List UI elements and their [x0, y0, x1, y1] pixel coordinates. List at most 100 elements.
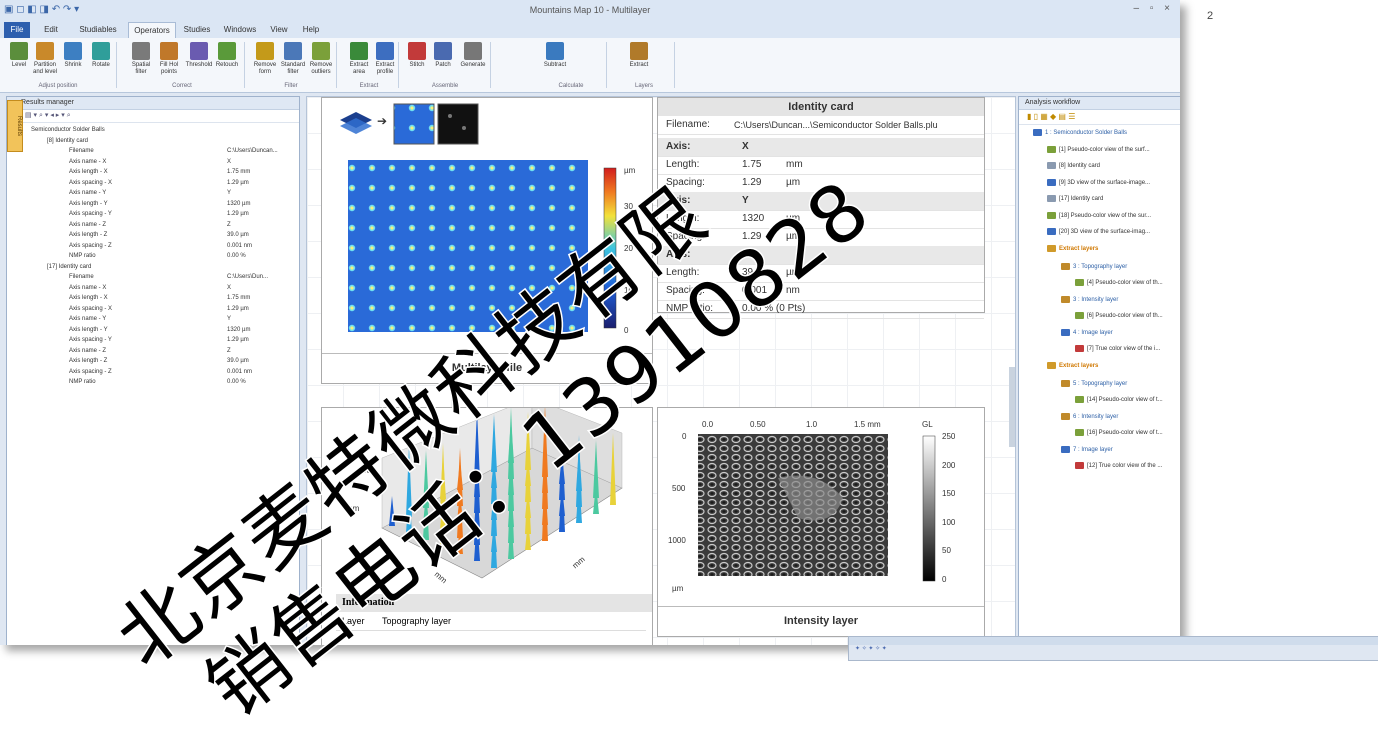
ribbon-button-label: Remove outliers [309, 62, 333, 75]
tree-property-row[interactable]: Axis name - YY [7, 314, 299, 325]
workflow-item[interactable]: [1] Pseudo-color view of the surf... [1047, 145, 1150, 153]
ribbon-button-shrink[interactable]: Shrink [58, 42, 88, 69]
workflow-item[interactable]: 5 : Topography layer [1061, 379, 1127, 387]
workflow-item[interactable]: 4 : Image layer [1061, 328, 1113, 336]
tree-property-row[interactable]: Axis spacing - Y 1.29 µm [7, 209, 299, 220]
tree-property-row[interactable]: Axis spacing - Z 0.001 nm [7, 241, 299, 252]
quick-access-icons[interactable]: ▣ ◻ ◧ ◨ ↶ ↷ ▾ [4, 4, 79, 15]
ribbon-group-separator [336, 42, 337, 88]
tab-file[interactable]: File [4, 22, 30, 38]
tree-property-row[interactable]: Axis length - Y 1320 µm [7, 199, 299, 210]
ribbon-button-rotate[interactable]: Rotate [86, 42, 116, 69]
workflow-item[interactable]: [12] True color view of the ... [1075, 462, 1162, 469]
x-tick: 1.0 [806, 420, 818, 429]
workflow-item[interactable]: Extract layers [1047, 361, 1098, 369]
workflow-item-icon [1047, 228, 1056, 235]
tab-windows[interactable]: Windows [220, 22, 260, 38]
ribbon-button-remove-outliers[interactable]: Remove outliers [306, 42, 336, 76]
tab-edit[interactable]: Edit [34, 22, 68, 38]
ribbon-button-subtract[interactable]: Subtract [540, 42, 570, 69]
ribbon: Level Partition and level Shrink Rotate Spat… [0, 38, 1180, 93]
tab-view[interactable]: View [264, 22, 294, 38]
tree-property-row[interactable]: NMP ratio 0.00 % [7, 377, 299, 388]
ribbon-group-label: Layers [634, 83, 653, 89]
tree-property-row[interactable]: Filename C:\Users\Duncan... [7, 146, 299, 157]
ribbon-button-label: Retouch [215, 62, 239, 68]
intensity-caption: Intensity layer [658, 606, 984, 636]
tab-studiables[interactable]: Studiables [72, 22, 124, 38]
tree-card-node[interactable]: [17] Identity card [7, 262, 299, 273]
ribbon-button-retouch[interactable]: Retouch [212, 42, 242, 69]
ribbon-icon [312, 42, 330, 60]
gray-scale-tick: 0 [942, 574, 947, 584]
ribbon-button-fill-hol-points[interactable]: Fill Hol points [154, 42, 184, 76]
ribbon-button-remove-form[interactable]: Remove form [250, 42, 280, 76]
intensity-graphic [698, 434, 936, 582]
ribbon-button-generate[interactable]: Generate [458, 42, 488, 69]
intensity-frame[interactable]: 0.0 0.50 1.0 1.5 mm 0 500 1000 µm GL 250… [657, 407, 985, 637]
ribbon-button-label: Rotate [92, 62, 110, 68]
tree-property-row[interactable]: Axis spacing - Y 1.29 µm [7, 335, 299, 346]
tree-property-row[interactable]: Axis name - ZZ [7, 220, 299, 231]
results-toolbar[interactable]: ▤ ▾ ⌕ ▾ ◂ ▸ ▾ ⌕ [7, 110, 299, 123]
workflow-item[interactable]: [7] True color view of the i... [1075, 345, 1160, 352]
tree-property-row[interactable]: NMP ratio 0.00 % [7, 251, 299, 262]
tree-property-row[interactable]: Axis spacing - Z 0.001 nm [7, 367, 299, 378]
ribbon-button-threshold[interactable]: Threshold [184, 42, 214, 69]
workflow-toolbar[interactable]: ▮ ▯ ▦ ◆ ▤ ☰ [1019, 110, 1180, 125]
tree-card-node[interactable]: [8] Identity card [7, 136, 299, 147]
window-controls[interactable]: – ▫ × [1133, 3, 1174, 14]
ribbon-group-separator [606, 42, 607, 88]
workflow-item[interactable]: 3 : Intensity layer [1061, 295, 1118, 303]
workflow-item[interactable]: [20] 3D view of the surface-imag... [1047, 228, 1150, 235]
ribbon-group-label: Extract [359, 83, 379, 89]
tab-operators[interactable]: Operators [128, 22, 176, 39]
ribbon-group-label: Assemble [431, 83, 459, 89]
workflow-item[interactable]: [17] Identity card [1047, 195, 1103, 202]
ribbon-button-partition-and-level[interactable]: Partition and level [30, 42, 60, 76]
results-side-tab[interactable]: Results [7, 100, 23, 152]
ribbon-group-separator [398, 42, 399, 88]
ribbon-button-spatial-filter[interactable]: Spatial filter [126, 42, 156, 76]
tree-property-row[interactable]: Axis spacing - X 1.29 µm [7, 178, 299, 189]
tree-property-row[interactable]: Filename C:\Users\Dun... [7, 272, 299, 283]
tree-property-row[interactable]: Axis length - Z 39.0 µm [7, 356, 299, 367]
workflow-item[interactable]: 7 : Image layer [1061, 445, 1113, 453]
tab-help[interactable]: Help [298, 22, 324, 38]
ribbon-icon [160, 42, 178, 60]
tree-property-row[interactable]: Axis length - X 1.75 mm [7, 293, 299, 304]
workflow-item[interactable]: [18] Pseudo-color view of the sur... [1047, 211, 1151, 219]
tree-property-row[interactable]: Axis name - XX [7, 157, 299, 168]
workflow-item[interactable]: [4] Pseudo-color view of th... [1075, 279, 1163, 286]
workflow-item[interactable]: [8] Identity card [1047, 162, 1100, 169]
tree-property-row[interactable]: Axis spacing - X 1.29 µm [7, 304, 299, 315]
ribbon-icon [630, 42, 648, 60]
tree-property-row[interactable]: Axis name - XX [7, 283, 299, 294]
tab-studies[interactable]: Studies [178, 22, 216, 38]
tree-property-row[interactable]: Axis name - YY [7, 188, 299, 199]
workflow-item-icon [1061, 412, 1070, 420]
ribbon-button-extract-profile[interactable]: Extract profile [370, 42, 400, 76]
workflow-item[interactable]: [6] Pseudo-color view of th... [1075, 312, 1163, 319]
workspace-scrollbar[interactable] [1009, 367, 1015, 447]
workflow-item[interactable]: [16] Pseudo-color view of t... [1075, 429, 1163, 436]
tree-property-row[interactable]: Axis length - Z 39.0 µm [7, 230, 299, 241]
workflow-item[interactable]: 1 : Semiconductor Solder Balls [1033, 129, 1127, 136]
tree-property-row[interactable]: Axis length - Y 1320 µm [7, 325, 299, 336]
tree-root[interactable]: Semiconductor Solder Balls [7, 125, 299, 136]
workflow-item[interactable]: 6 : Intensity layer [1061, 412, 1118, 420]
workflow-item[interactable]: [9] 3D view of the surface-image... [1047, 178, 1150, 186]
ribbon-button-label: Remove form [253, 62, 277, 75]
ribbon-button-extract[interactable]: Extract [624, 42, 654, 69]
workflow-item[interactable]: 3 : Topography layer [1061, 262, 1127, 270]
ribbon-icon [132, 42, 150, 60]
ribbon-button-label: Generate [460, 62, 486, 68]
tree-property-row[interactable]: Axis name - ZZ [7, 346, 299, 357]
workflow-item[interactable]: Extract layers [1047, 244, 1098, 252]
page-number: 2 [1207, 10, 1214, 22]
ribbon-button-patch[interactable]: Patch [428, 42, 458, 69]
tree-property-row[interactable]: Axis length - X 1.75 mm [7, 167, 299, 178]
ribbon-button-label: Partition and level [32, 62, 58, 75]
ribbon-button-standard-filter[interactable]: Standard filter [278, 42, 308, 76]
workflow-item[interactable]: [14] Pseudo-color view of t... [1075, 396, 1163, 403]
